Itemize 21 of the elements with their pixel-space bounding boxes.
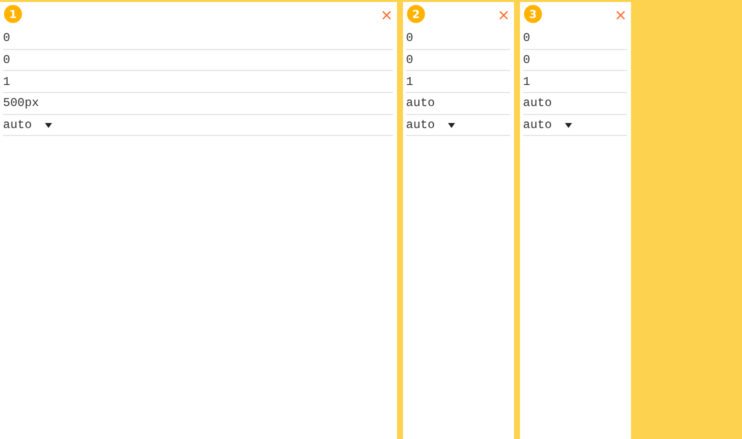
number-badge: 3: [524, 5, 542, 23]
input-field[interactable]: 0: [523, 28, 627, 50]
input-field[interactable]: 0: [3, 28, 393, 50]
caret-icon: [448, 122, 455, 128]
caret-icon: [564, 122, 572, 128]
caret-icon: [44, 122, 52, 128]
number-badge: 2: [407, 5, 425, 23]
input-field[interactable]: 0: [523, 50, 627, 72]
input-field[interactable]: 500px: [3, 93, 393, 115]
input-field[interactable]: auto: [523, 93, 627, 115]
input-field[interactable]: 1: [3, 71, 393, 94]
input-field[interactable]: 1: [406, 71, 510, 94]
input-field[interactable]: 1: [523, 71, 627, 94]
select-field[interactable]: auto: [523, 114, 627, 136]
input-field[interactable]: 0: [3, 50, 393, 72]
input-field[interactable]: 0: [406, 28, 510, 50]
number-badge: 1: [4, 5, 22, 23]
select-field[interactable]: auto: [3, 114, 393, 136]
input-field[interactable]: 0: [406, 50, 510, 72]
select-field[interactable]: auto: [406, 114, 510, 136]
input-field[interactable]: auto: [406, 93, 510, 115]
